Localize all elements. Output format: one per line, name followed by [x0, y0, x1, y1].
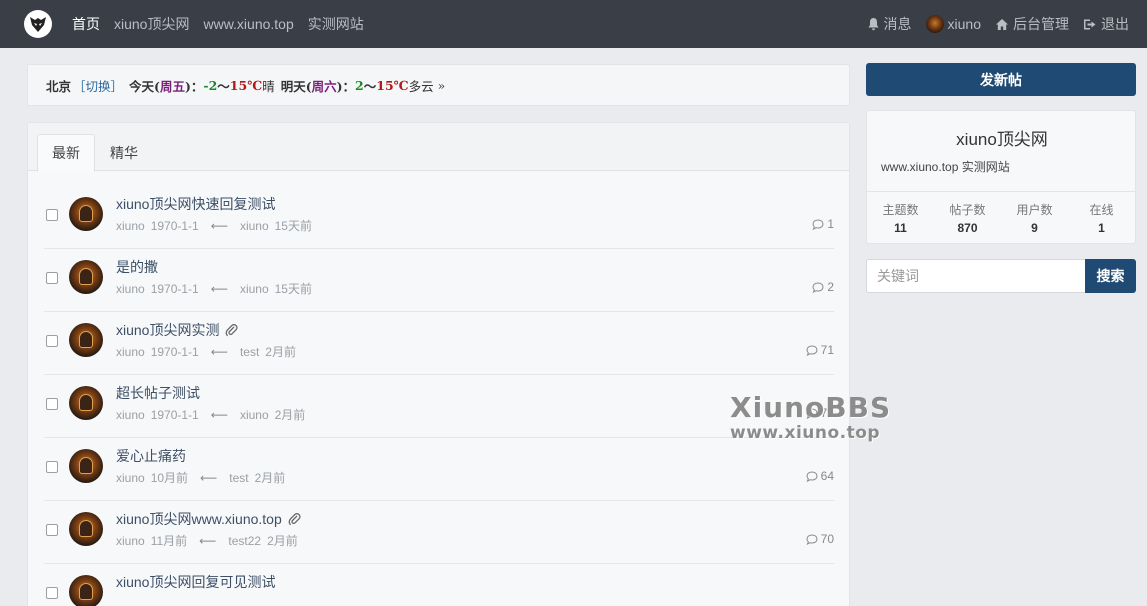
reply-count: 71 — [806, 343, 834, 357]
comment-icon — [812, 281, 824, 293]
thread-list-panel: 最新 精华 xiuno顶尖网快速回复测试 xiuno 1970-1-1 ⟵ xiuno… — [27, 122, 850, 606]
top-navbar: 首页 xiuno顶尖网 www.xiuno.top 实测网站 消息 xiuno … — [0, 0, 1147, 48]
thread-checkbox[interactable] — [46, 398, 58, 410]
main-nav: 首页 xiuno顶尖网 www.xiuno.top 实测网站 — [72, 0, 364, 48]
nav-test-link[interactable]: 实测网站 — [308, 14, 364, 34]
thread-title[interactable]: 超长帖子测试 — [116, 383, 200, 403]
stat-posts: 帖子数 870 — [949, 203, 986, 235]
comment-icon — [806, 344, 818, 356]
thread-row[interactable]: 是的撒 xiuno 1970-1-1 ⟵ xiuno 15天前 2 — [44, 249, 834, 312]
thread-meta: xiuno 10月前 ⟵ test 2月前 — [116, 470, 286, 486]
new-post-button[interactable]: 发新帖 — [866, 63, 1136, 96]
avatar[interactable] — [69, 323, 103, 357]
nav-url-link[interactable]: www.xiuno.top — [203, 16, 293, 32]
logout-link[interactable]: 退出 — [1083, 14, 1129, 34]
thread-meta: xiuno 1970-1-1 ⟵ xiuno 15天前 — [116, 281, 312, 297]
admin-link[interactable]: 后台管理 — [995, 14, 1069, 34]
user-nav: 消息 xiuno 后台管理 退出 — [867, 0, 1129, 48]
thread-meta: xiuno 11月前 ⟵ test22 2月前 — [116, 533, 298, 549]
comment-icon — [806, 470, 818, 482]
weather-city: 北京 — [46, 78, 72, 94]
thread-meta: xiuno 1970-1-1 ⟵ test 2月前 — [116, 344, 296, 360]
thread-checkbox[interactable] — [46, 335, 58, 347]
thread-row[interactable]: 超长帖子测试 xiuno 1970-1-1 ⟵ xiuno 2月前 72 — [44, 375, 834, 438]
site-name: xiuno顶尖网 — [956, 130, 1048, 149]
thread-row[interactable]: xiuno顶尖网回复可见测试 — [44, 564, 834, 606]
stat-online: 在线 1 — [1089, 203, 1114, 235]
thread-title[interactable]: 爱心止痛药 — [116, 446, 186, 466]
site-logo-icon[interactable] — [24, 10, 52, 38]
stat-threads: 主题数 11 — [882, 203, 919, 235]
avatar[interactable] — [69, 449, 103, 483]
comment-icon — [812, 218, 824, 230]
avatar — [925, 15, 944, 33]
avatar[interactable] — [69, 197, 103, 231]
messages-link[interactable]: 消息 — [867, 14, 912, 34]
thread-meta: xiuno 1970-1-1 ⟵ xiuno 15天前 — [116, 218, 312, 234]
paperclip-icon — [226, 323, 239, 336]
thread-meta: xiuno 1970-1-1 ⟵ xiuno 2月前 — [116, 407, 306, 423]
thread-row[interactable]: xiuno顶尖网www.xiuno.top xiuno 11月前 ⟵ test22 2月… — [44, 501, 834, 564]
avatar[interactable] — [69, 260, 103, 294]
reply-count: 64 — [806, 469, 834, 483]
logout-icon — [1084, 19, 1096, 29]
comment-icon — [806, 407, 818, 419]
thread-checkbox[interactable] — [46, 272, 58, 284]
site-stats: 主题数 11 帖子数 870 用户数 9 在线 1 — [867, 201, 1135, 235]
thread-title[interactable]: xiuno顶尖网www.xiuno.top — [116, 509, 301, 529]
reply-count: 2 — [812, 280, 834, 294]
thread-tabs: 最新 精华 — [28, 123, 849, 172]
thread-title[interactable]: 是的撒 — [116, 257, 158, 277]
thread-row[interactable]: xiuno顶尖网快速回复测试 xiuno 1970-1-1 ⟵ xiuno 15天前 1 — [44, 186, 834, 249]
paperclip-icon — [288, 512, 301, 525]
reply-count: 72 — [806, 406, 834, 420]
thread-title[interactable]: xiuno顶尖网实测 — [116, 320, 239, 340]
nav-home-link[interactable]: 首页 — [72, 14, 100, 34]
tab-latest[interactable]: 最新 — [37, 134, 95, 172]
thread-row[interactable]: 爱心止痛药 xiuno 10月前 ⟵ test 2月前 64 — [44, 438, 834, 501]
site-description: www.xiuno.top 实测网站 — [881, 160, 1010, 174]
thread-title[interactable]: xiuno顶尖网回复可见测试 — [116, 572, 275, 592]
thread-checkbox[interactable] — [46, 461, 58, 473]
user-profile-link[interactable]: xiuno — [925, 15, 981, 33]
reply-count: 1 — [812, 217, 834, 231]
avatar[interactable] — [69, 386, 103, 420]
home-icon — [996, 18, 1008, 30]
thread-title[interactable]: xiuno顶尖网快速回复测试 — [116, 194, 275, 214]
nav-site-link[interactable]: xiuno顶尖网 — [114, 14, 189, 34]
thread-checkbox[interactable] — [46, 587, 58, 599]
weather-switch-link[interactable]: ［切换］ — [73, 76, 123, 95]
site-info-card: xiuno顶尖网 www.xiuno.top 实测网站 主题数 11 帖子数 870… — [866, 110, 1136, 244]
thread-checkbox[interactable] — [46, 209, 58, 221]
weather-bar: 北京 ［切换］ 今天(周五)： -2 ～ 15℃ 晴 明天(周六)： 2 ～ 15℃ 多云 » — [27, 64, 850, 106]
weather-more-link[interactable]: » — [438, 78, 446, 93]
thread-checkbox[interactable] — [46, 524, 58, 536]
thread-row[interactable]: xiuno顶尖网实测 xiuno 1970-1-1 ⟵ test 2月前 71 — [44, 312, 834, 375]
comment-icon — [806, 533, 818, 545]
bell-icon — [868, 18, 879, 31]
avatar[interactable] — [69, 575, 103, 606]
avatar[interactable] — [69, 512, 103, 546]
search-input[interactable] — [866, 259, 1085, 293]
search-form: 搜索 — [866, 259, 1136, 293]
search-button[interactable]: 搜索 — [1085, 259, 1136, 293]
tab-featured[interactable]: 精华 — [96, 134, 152, 172]
stat-users: 用户数 9 — [1016, 203, 1053, 235]
reply-count: 70 — [806, 532, 834, 546]
